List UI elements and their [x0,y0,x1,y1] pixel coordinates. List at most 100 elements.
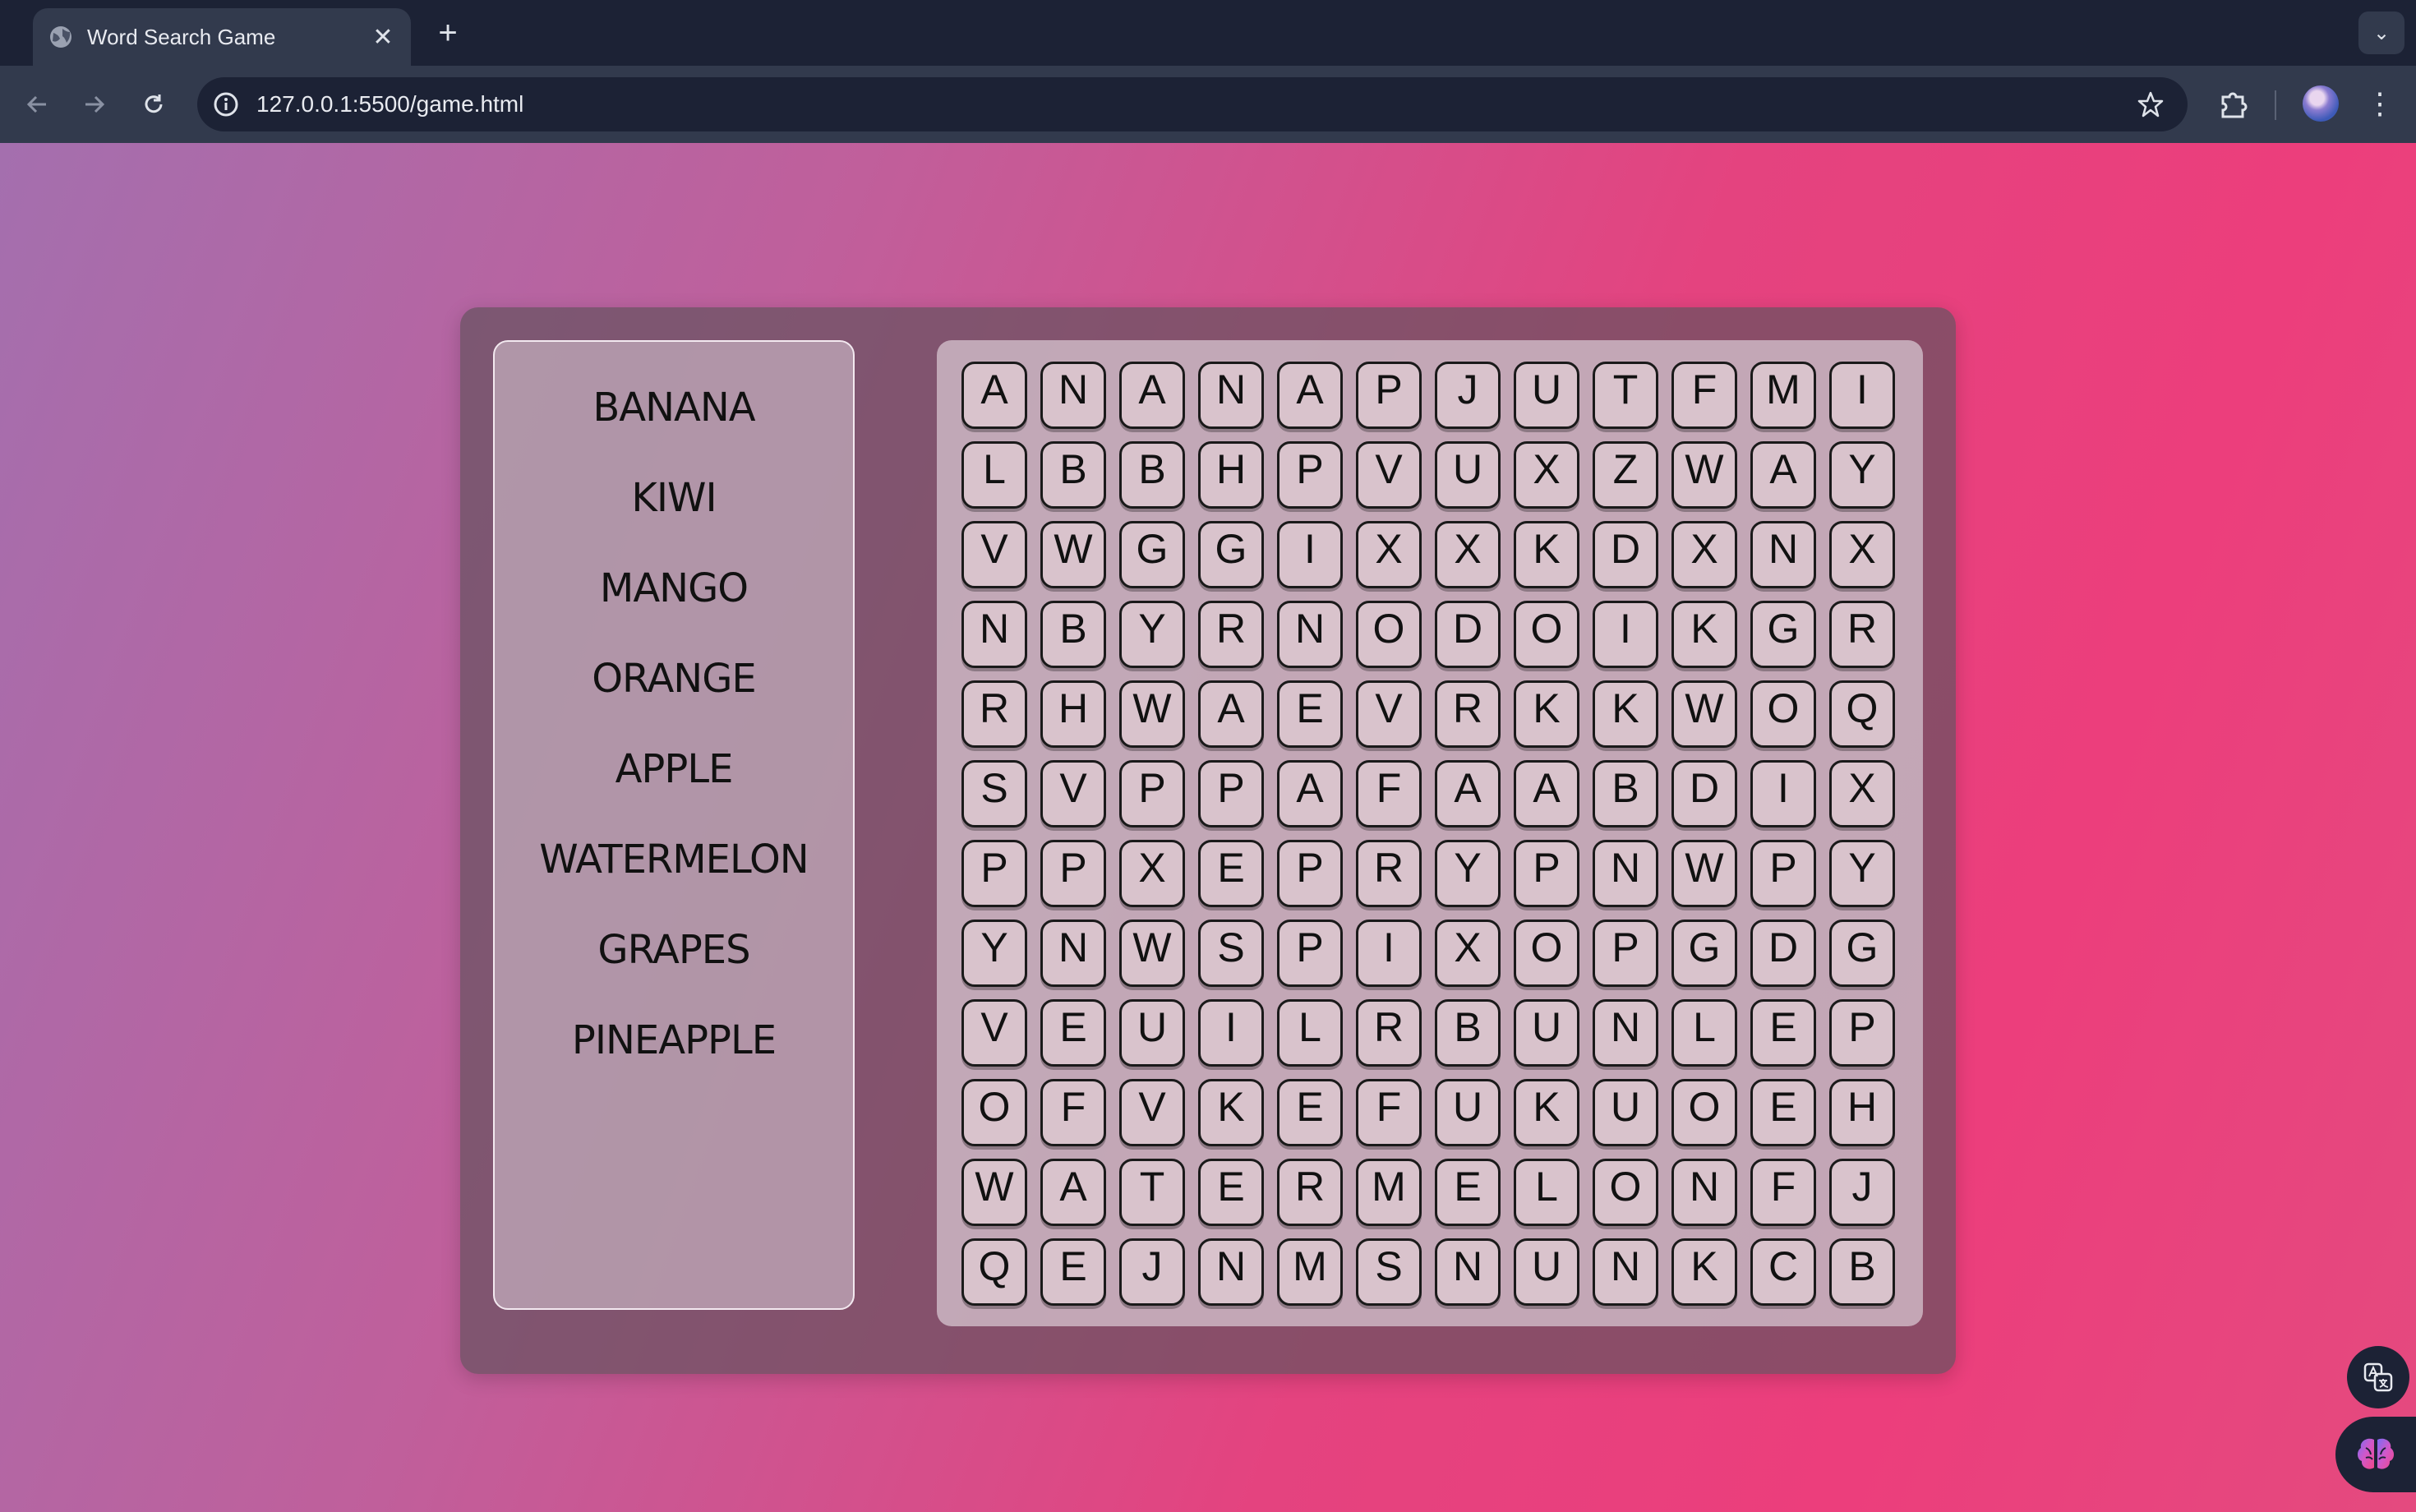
grid-cell[interactable]: D [1593,521,1658,588]
grid-cell[interactable]: N [1277,601,1343,668]
grid-cell[interactable]: G [1198,521,1264,588]
grid-cell[interactable]: H [1040,680,1106,748]
grid-cell[interactable]: O [1593,1159,1658,1226]
grid-cell[interactable]: N [1435,1238,1501,1306]
grid-cell[interactable]: E [1040,1238,1106,1306]
grid-cell[interactable]: U [1514,1238,1579,1306]
grid-cell[interactable]: I [1277,521,1343,588]
grid-cell[interactable]: Q [1829,680,1895,748]
grid-cell[interactable]: W [1040,521,1106,588]
grid-cell[interactable]: U [1514,362,1579,429]
grid-cell[interactable]: L [1671,999,1737,1067]
grid-cell[interactable]: E [1435,1159,1501,1226]
grid-cell[interactable]: U [1514,999,1579,1067]
grid-cell[interactable]: A [1750,441,1816,509]
grid-cell[interactable]: M [1356,1159,1422,1226]
grid-cell[interactable]: R [1277,1159,1343,1226]
puzzle-icon[interactable] [2216,87,2251,122]
grid-cell[interactable]: X [1514,441,1579,509]
grid-cell[interactable]: X [1119,840,1185,907]
grid-cell[interactable]: R [1356,999,1422,1067]
grid-cell[interactable]: J [1829,1159,1895,1226]
grid-cell[interactable]: R [1435,680,1501,748]
grid-cell[interactable]: X [1435,521,1501,588]
grid-cell[interactable]: N [1040,362,1106,429]
grid-cell[interactable]: U [1593,1079,1658,1146]
grid-cell[interactable]: I [1750,760,1816,827]
grid-cell[interactable]: A [1040,1159,1106,1226]
grid-cell[interactable]: X [1356,521,1422,588]
grid-cell[interactable]: W [1119,920,1185,987]
grid-cell[interactable]: L [1514,1159,1579,1226]
grid-cell[interactable]: P [1277,840,1343,907]
site-info-icon[interactable] [212,90,240,118]
grid-cell[interactable]: E [1198,1159,1264,1226]
grid-cell[interactable]: U [1119,999,1185,1067]
grid-cell[interactable]: R [1356,840,1422,907]
grid-cell[interactable]: V [1119,1079,1185,1146]
grid-cell[interactable]: H [1829,1079,1895,1146]
grid-cell[interactable]: W [961,1159,1027,1226]
grid-cell[interactable]: X [1829,760,1895,827]
grid-cell[interactable]: A [1435,760,1501,827]
grid-cell[interactable]: L [1277,999,1343,1067]
grid-cell[interactable]: R [961,680,1027,748]
grid-cell[interactable]: X [1829,521,1895,588]
grid-cell[interactable]: V [961,999,1027,1067]
grid-cell[interactable]: G [1671,920,1737,987]
grid-cell[interactable]: N [1198,1238,1264,1306]
grid-cell[interactable]: F [1750,1159,1816,1226]
grid-cell[interactable]: G [1750,601,1816,668]
grid-cell[interactable]: C [1750,1238,1816,1306]
grid-cell[interactable]: D [1750,920,1816,987]
grid-cell[interactable]: B [1119,441,1185,509]
grid-cell[interactable]: D [1671,760,1737,827]
grid-cell[interactable]: S [961,760,1027,827]
forward-button[interactable] [74,84,115,125]
grid-cell[interactable]: E [1277,680,1343,748]
grid-cell[interactable]: O [1514,601,1579,668]
grid-cell[interactable]: O [1514,920,1579,987]
grid-cell[interactable]: T [1593,362,1658,429]
grid-cell[interactable]: Q [961,1238,1027,1306]
grid-cell[interactable]: O [1356,601,1422,668]
grid-cell[interactable]: W [1671,680,1737,748]
grid-cell[interactable]: A [961,362,1027,429]
grid-cell[interactable]: P [1356,362,1422,429]
grid-cell[interactable]: P [1277,441,1343,509]
grid-cell[interactable]: P [1119,760,1185,827]
grid-cell[interactable]: K [1514,521,1579,588]
address-bar[interactable]: 127.0.0.1:5500/game.html [197,77,2188,131]
grid-cell[interactable]: N [961,601,1027,668]
grid-cell[interactable]: A [1119,362,1185,429]
browser-tab[interactable]: Word Search Game ✕ [33,8,411,66]
grid-cell[interactable]: J [1435,362,1501,429]
grid-cell[interactable]: E [1277,1079,1343,1146]
grid-cell[interactable]: B [1040,601,1106,668]
grid-cell[interactable]: B [1593,760,1658,827]
grid-cell[interactable]: S [1198,920,1264,987]
grid-cell[interactable]: W [1671,840,1737,907]
tab-search-chevron-icon[interactable]: ⌄ [2358,12,2404,54]
grid-cell[interactable]: E [1040,999,1106,1067]
assistant-button[interactable] [2335,1417,2416,1492]
grid-cell[interactable]: N [1040,920,1106,987]
grid-cell[interactable]: I [1829,362,1895,429]
grid-cell[interactable]: L [961,441,1027,509]
grid-cell[interactable]: P [1750,840,1816,907]
grid-cell[interactable]: K [1514,680,1579,748]
grid-cell[interactable]: U [1435,441,1501,509]
grid-cell[interactable]: P [1277,920,1343,987]
grid-cell[interactable]: W [1119,680,1185,748]
grid-cell[interactable]: V [1356,441,1422,509]
grid-cell[interactable]: I [1198,999,1264,1067]
grid-cell[interactable]: E [1198,840,1264,907]
grid-cell[interactable]: N [1671,1159,1737,1226]
grid-cell[interactable]: J [1119,1238,1185,1306]
back-button[interactable] [16,84,58,125]
grid-cell[interactable]: P [1593,920,1658,987]
grid-cell[interactable]: K [1198,1079,1264,1146]
grid-cell[interactable]: X [1435,920,1501,987]
grid-cell[interactable]: E [1750,999,1816,1067]
grid-cell[interactable]: F [1356,1079,1422,1146]
